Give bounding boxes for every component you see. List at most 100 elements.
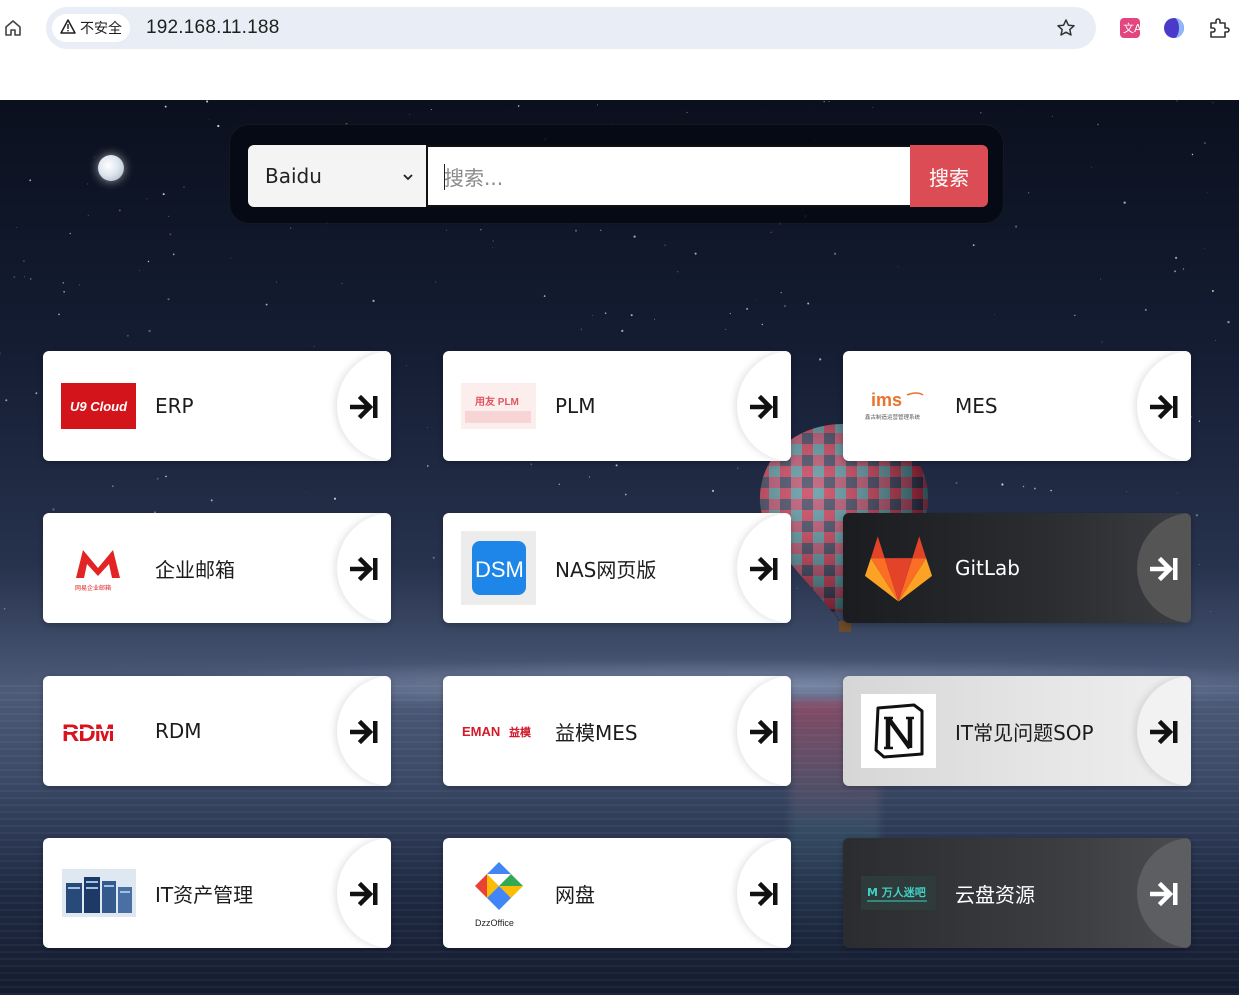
bookmark-star-icon[interactable] — [1054, 16, 1078, 40]
card-nas[interactable]: DSM NAS网页版 — [443, 513, 791, 623]
star-dot — [807, 302, 810, 305]
star-dot — [694, 252, 697, 255]
star-dot — [810, 103, 812, 105]
start-page: Baidu 搜索... 搜索 U9 Cloud ERP 用友 PLM PLM i… — [0, 100, 1239, 995]
card-mes[interactable]: ims 鑫古制造运营管理系统 MES — [843, 351, 1191, 461]
security-chip[interactable]: 不安全 — [52, 14, 130, 42]
star-dot — [290, 227, 292, 229]
star-dot — [16, 227, 18, 229]
star-dot — [165, 475, 167, 478]
star-dot — [783, 305, 787, 308]
star-dot — [208, 119, 210, 120]
star-dot — [1215, 339, 1216, 341]
star-dot — [1097, 123, 1099, 126]
star-dot — [1028, 192, 1030, 194]
search-engine-select[interactable]: Baidu — [248, 145, 426, 207]
card-plm[interactable]: 用友 PLM PLM — [443, 351, 791, 461]
star-dot — [1198, 420, 1201, 422]
star-dot — [823, 100, 825, 103]
star-dot — [5, 399, 8, 402]
card-erp[interactable]: U9 Cloud ERP — [43, 351, 391, 461]
card-label: 网盘 — [555, 882, 595, 907]
enter-arrow-icon[interactable] — [737, 513, 791, 623]
star-dot — [575, 229, 577, 232]
extensions-puzzle-icon[interactable] — [1206, 15, 1232, 41]
star-dot — [164, 105, 167, 108]
star-dot — [725, 329, 727, 330]
star-dot — [333, 497, 337, 500]
enter-arrow-icon[interactable] — [337, 838, 391, 948]
star-dot — [341, 282, 343, 284]
star-dot — [1123, 201, 1126, 204]
search-engine-value: Baidu — [265, 164, 322, 188]
enter-arrow-icon[interactable] — [737, 838, 791, 948]
enter-arrow-icon[interactable] — [737, 676, 791, 786]
star-dot — [828, 101, 830, 102]
svg-text:用友 PLM: 用友 PLM — [474, 395, 519, 408]
card-cloud-resources[interactable]: M 万人迷吧 云盘资源 — [843, 838, 1191, 948]
dzzoffice-logo: DzzOffice — [461, 856, 536, 930]
card-label: ERP — [155, 394, 194, 418]
home-icon[interactable] — [0, 14, 26, 42]
star-dot — [78, 284, 80, 286]
star-dot — [492, 240, 495, 242]
star-dot — [770, 231, 772, 233]
star-dot — [126, 334, 129, 337]
star-dot — [1052, 115, 1054, 117]
star-dot — [162, 193, 165, 196]
star-dot — [530, 463, 533, 466]
card-it-asset[interactable]: IT资产管理 — [43, 838, 391, 948]
enter-arrow-icon[interactable] — [337, 351, 391, 461]
enter-arrow-icon[interactable] — [337, 513, 391, 623]
star-dot — [167, 215, 170, 218]
extension-swirl-icon[interactable] — [1161, 15, 1187, 41]
svg-text:ims: ims — [871, 390, 902, 410]
search-input[interactable]: 搜索... — [426, 145, 910, 207]
card-eman-mes[interactable]: EMAN 益模 益模MES — [443, 676, 791, 786]
star-dot — [736, 467, 739, 470]
enter-arrow-icon[interactable] — [1137, 838, 1191, 948]
star-dot — [677, 271, 679, 273]
star-dot — [23, 276, 25, 278]
star-dot — [230, 257, 232, 259]
enter-arrow-icon[interactable] — [737, 351, 791, 461]
star-dot — [1091, 166, 1092, 168]
star-dot — [872, 107, 874, 109]
star-dot — [146, 198, 148, 200]
star-dot — [1182, 268, 1185, 270]
plm-logo: 用友 PLM — [461, 369, 536, 443]
star-dot — [169, 233, 172, 236]
dsm-logo: DSM — [461, 531, 536, 605]
url-text[interactable]: 192.168.11.188 — [146, 17, 279, 39]
card-rdm[interactable]: RDM RDM — [43, 676, 391, 786]
star-dot — [980, 112, 982, 114]
star-dot — [994, 313, 995, 315]
svg-text:M 万人迷吧: M 万人迷吧 — [867, 885, 926, 899]
star-dot — [630, 314, 633, 317]
card-enterprise-mail[interactable]: 网易企业邮箱 企业邮箱 — [43, 513, 391, 623]
star-dot — [58, 313, 60, 316]
enter-arrow-icon[interactable] — [1137, 351, 1191, 461]
svg-text:RDM: RDM — [62, 720, 114, 747]
enter-arrow-icon[interactable] — [1137, 676, 1191, 786]
star-dot — [624, 493, 627, 496]
search-button[interactable]: 搜索 — [910, 145, 988, 207]
star-dot — [955, 481, 958, 484]
card-netdisk[interactable]: DzzOffice 网盘 — [443, 838, 791, 948]
star-dot — [711, 489, 715, 493]
star-dot — [1100, 278, 1102, 280]
translate-extension-icon[interactable]: 文A — [1117, 15, 1143, 41]
star-dot — [600, 229, 602, 231]
enter-arrow-icon[interactable] — [337, 676, 391, 786]
rdm-logo: RDM — [61, 694, 136, 768]
chevron-down-icon — [402, 167, 414, 191]
star-dot — [1014, 225, 1018, 228]
star-dot — [206, 100, 209, 103]
card-it-sop[interactable]: IT常见问题SOP — [843, 676, 1191, 786]
star-dot — [664, 244, 666, 246]
star-dot — [167, 298, 170, 301]
u9-cloud-logo: U9 Cloud — [61, 369, 136, 443]
card-gitlab[interactable]: GitLab — [843, 513, 1191, 623]
address-bar[interactable]: 不安全 192.168.11.188 — [46, 7, 1096, 49]
enter-arrow-icon[interactable] — [1137, 513, 1191, 623]
